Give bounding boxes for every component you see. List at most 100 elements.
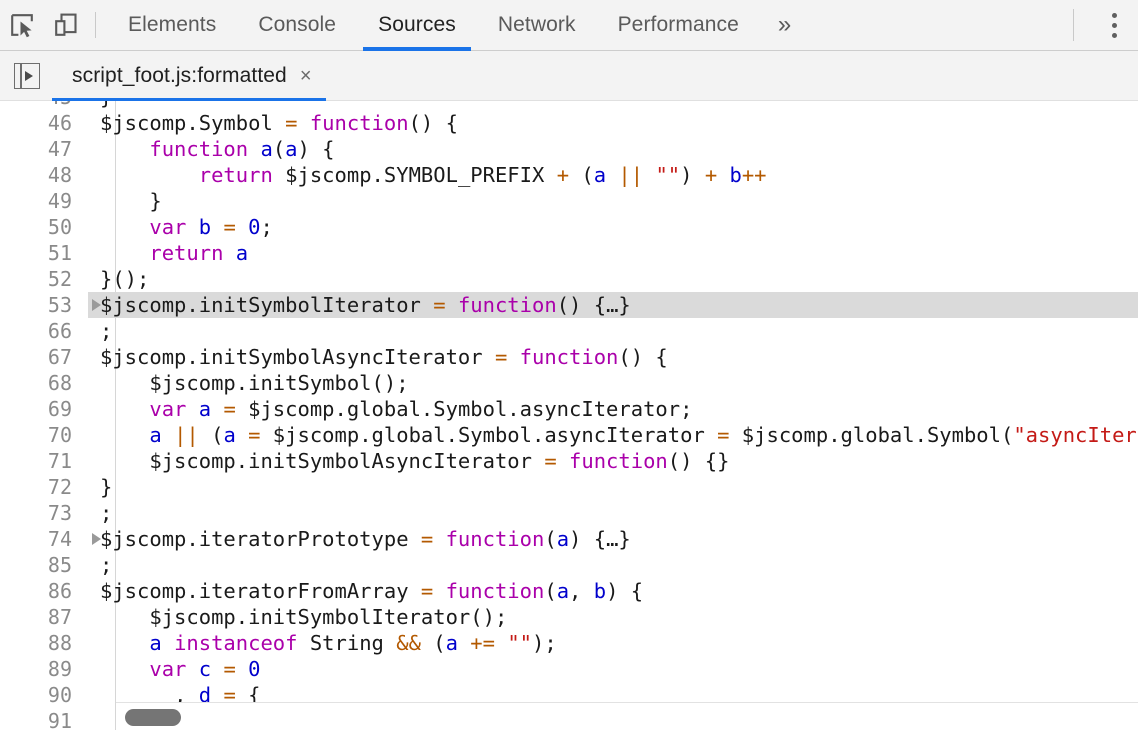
code-line-content[interactable]: var a = $jscomp.global.Symbol.asyncItera… [88, 396, 1138, 422]
tab-performance[interactable]: Performance [597, 0, 760, 51]
line-number[interactable]: 49 [0, 188, 88, 214]
line-number[interactable]: 71 [0, 448, 88, 474]
code-line-content[interactable]: }(); [88, 266, 1138, 292]
code-line[interactable]: 68 $jscomp.initSymbol(); [0, 370, 1138, 396]
code-line-content[interactable]: ; [88, 552, 1138, 578]
code-line-content[interactable]: return a [88, 240, 1138, 266]
code-line-content[interactable]: $jscomp.initSymbolIterator(); [88, 604, 1138, 630]
code-line[interactable]: 87 $jscomp.initSymbolIterator(); [0, 604, 1138, 630]
line-number[interactable]: 48 [0, 162, 88, 188]
line-number[interactable]: 86 [0, 578, 88, 604]
line-number[interactable]: 85 [0, 552, 88, 578]
line-number[interactable]: 50 [0, 214, 88, 240]
code-line-content[interactable]: var b = 0; [88, 214, 1138, 240]
code-line-content[interactable]: $jscomp.Symbol = function() { [88, 110, 1138, 136]
code-line[interactable]: 73; [0, 500, 1138, 526]
horizontal-scrollbar[interactable] [116, 702, 1138, 730]
close-icon[interactable]: × [300, 66, 312, 86]
line-number[interactable]: 88 [0, 630, 88, 656]
code-line-content[interactable]: var c = 0 [88, 656, 1138, 682]
code-line-content[interactable]: } [88, 188, 1138, 214]
code-line[interactable]: 47 function a(a) { [0, 136, 1138, 162]
code-line[interactable]: 89 var c = 0 [0, 656, 1138, 682]
code-line-content[interactable]: $jscomp.initSymbolAsyncIterator = functi… [88, 448, 1138, 474]
code-line-content[interactable]: a instanceof String && (a += ""); [88, 630, 1138, 656]
code-line-content[interactable]: a || (a = $jscomp.global.Symbol.asyncIte… [88, 422, 1138, 448]
code-line-content[interactable]: $jscomp.initSymbolIterator = function() … [88, 292, 1138, 318]
code-token: ); [532, 631, 557, 655]
line-number[interactable]: 68 [0, 370, 88, 396]
code-line[interactable]: 88 a instanceof String && (a += ""); [0, 630, 1138, 656]
code-line-content[interactable]: } [88, 474, 1138, 500]
code-line[interactable]: 86$jscomp.iteratorFromArray = function(a… [0, 578, 1138, 604]
code-line[interactable]: 51 return a [0, 240, 1138, 266]
code-line[interactable]: 69 var a = $jscomp.global.Symbol.asyncIt… [0, 396, 1138, 422]
line-number[interactable]: 51 [0, 240, 88, 266]
line-number[interactable]: 45 [0, 101, 88, 110]
more-tabs-label: » [778, 11, 791, 39]
line-number[interactable]: 89 [0, 656, 88, 682]
device-toolbar-icon[interactable] [44, 3, 88, 47]
fold-triangle-icon[interactable] [92, 533, 101, 545]
code-line[interactable]: 67$jscomp.initSymbolAsyncIterator = func… [0, 344, 1138, 370]
code-line[interactable]: 85; [0, 552, 1138, 578]
line-number[interactable]: 66 [0, 318, 88, 344]
code-line-content[interactable]: } [88, 101, 1138, 110]
line-number[interactable]: 72 [0, 474, 88, 500]
code-line[interactable]: 50 var b = 0; [0, 214, 1138, 240]
tab-network[interactable]: Network [477, 0, 597, 51]
code-line-content[interactable]: $jscomp.initSymbol(); [88, 370, 1138, 396]
code-line-content[interactable]: $jscomp.iteratorPrototype = function(a) … [88, 526, 1138, 552]
tab-network-label: Network [498, 13, 576, 37]
code-token: c [199, 657, 211, 681]
line-number[interactable]: 70 [0, 422, 88, 448]
line-number[interactable]: 69 [0, 396, 88, 422]
line-number[interactable]: 74 [0, 526, 88, 552]
line-number[interactable]: 91 [0, 708, 88, 730]
horizontal-scrollbar-thumb[interactable] [125, 709, 181, 726]
code-line[interactable]: 46$jscomp.Symbol = function() { [0, 110, 1138, 136]
code-line-content[interactable]: ; [88, 500, 1138, 526]
fold-triangle-icon[interactable] [92, 299, 101, 311]
code-token [433, 579, 445, 603]
code-line[interactable]: 66; [0, 318, 1138, 344]
code-line[interactable]: 52}(); [0, 266, 1138, 292]
file-tab-script-foot[interactable]: script_foot.js:formatted × [52, 51, 326, 101]
tab-console[interactable]: Console [237, 0, 357, 51]
line-number[interactable]: 87 [0, 604, 88, 630]
tab-elements[interactable]: Elements [107, 0, 237, 51]
code-line-content[interactable]: ; [88, 318, 1138, 344]
line-number[interactable]: 67 [0, 344, 88, 370]
code-line-content[interactable]: return $jscomp.SYMBOL_PREFIX + (a || "")… [88, 162, 1138, 188]
code-line[interactable]: 71 $jscomp.initSymbolAsyncIterator = fun… [0, 448, 1138, 474]
kebab-menu-icon[interactable] [1090, 1, 1138, 49]
toolbar-right-group [1073, 0, 1138, 51]
code-line[interactable]: 72} [0, 474, 1138, 500]
code-line-content[interactable]: function a(a) { [88, 136, 1138, 162]
line-number[interactable]: 52 [0, 266, 88, 292]
code-token: $jscomp.global.Symbol( [729, 423, 1013, 447]
show-navigator-icon[interactable] [14, 63, 40, 89]
line-number[interactable]: 90 [0, 682, 88, 708]
line-number[interactable]: 47 [0, 136, 88, 162]
navigator-arrow-icon [25, 71, 33, 81]
code-text: ; [100, 500, 112, 526]
inspect-element-icon[interactable] [0, 3, 44, 47]
code-line[interactable]: 45} [0, 101, 1138, 110]
code-line[interactable]: 48 return $jscomp.SYMBOL_PREFIX + (a || … [0, 162, 1138, 188]
source-code-editor[interactable]: 45}46$jscomp.Symbol = function() {47 fun… [0, 101, 1138, 730]
code-token: = [223, 657, 235, 681]
line-number[interactable]: 53 [0, 292, 88, 318]
code-token: b [199, 215, 211, 239]
line-number[interactable]: 73 [0, 500, 88, 526]
code-line[interactable]: 49 } [0, 188, 1138, 214]
code-token: () { [618, 345, 667, 369]
code-line-content[interactable]: $jscomp.initSymbolAsyncIterator = functi… [88, 344, 1138, 370]
code-line[interactable]: 70 a || (a = $jscomp.global.Symbol.async… [0, 422, 1138, 448]
line-number[interactable]: 46 [0, 110, 88, 136]
code-line[interactable]: 74$jscomp.iteratorPrototype = function(a… [0, 526, 1138, 552]
code-line-content[interactable]: $jscomp.iteratorFromArray = function(a, … [88, 578, 1138, 604]
more-tabs-icon[interactable]: » [760, 0, 809, 51]
tab-sources[interactable]: Sources [357, 0, 477, 51]
code-line[interactable]: 53$jscomp.initSymbolIterator = function(… [0, 292, 1138, 318]
